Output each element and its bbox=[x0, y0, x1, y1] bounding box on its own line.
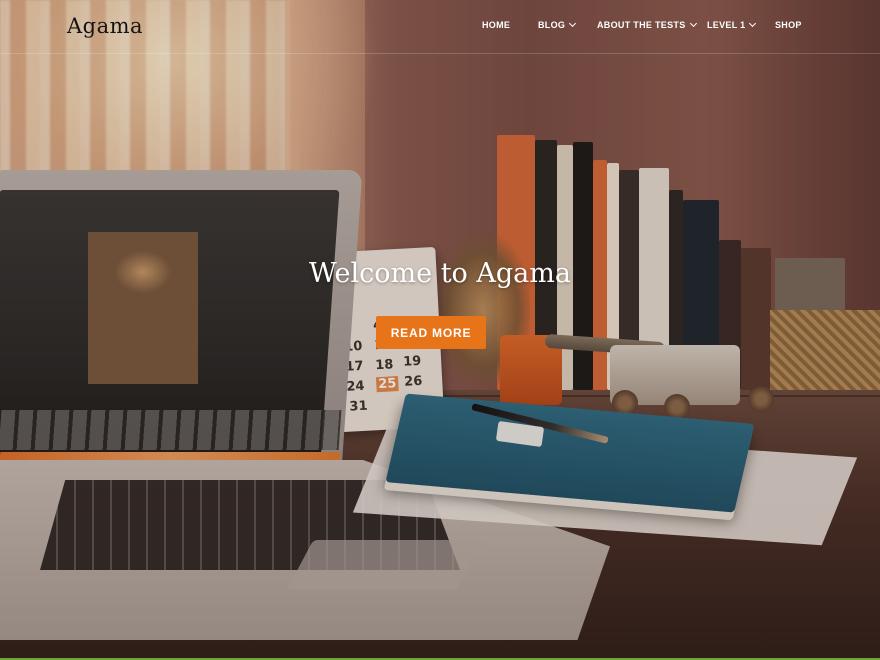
nav-item-about-the-tests[interactable]: ABOUT THE TESTS bbox=[597, 19, 697, 30]
nav-item-label: SHOP bbox=[775, 20, 802, 30]
site-header: Agama HOME BLOG ABOUT THE TESTS LEVEL 1 … bbox=[0, 0, 880, 54]
read-more-button[interactable]: READ MORE bbox=[376, 316, 486, 349]
nav-item-level-1[interactable]: LEVEL 1 bbox=[707, 19, 757, 30]
nav-item-label: LEVEL 1 bbox=[707, 20, 746, 30]
nav-item-home[interactable]: HOME bbox=[482, 20, 510, 30]
chevron-down-icon bbox=[689, 19, 697, 28]
chevron-down-icon bbox=[569, 19, 577, 28]
nav-item-label: BLOG bbox=[538, 20, 566, 30]
hero-title: Welcome to Agama bbox=[309, 258, 571, 289]
hero-section: 3 4 10 11 17 18 19 24 25 26 31 Agama HOM… bbox=[0, 0, 880, 660]
nav-item-label: HOME bbox=[482, 20, 511, 30]
nav-item-label: ABOUT THE TESTS bbox=[597, 20, 686, 30]
chevron-down-icon bbox=[749, 19, 757, 28]
nav-item-shop[interactable]: SHOP bbox=[775, 20, 802, 30]
main-navigation: HOME BLOG ABOUT THE TESTS LEVEL 1 SHOP bbox=[0, 19, 880, 34]
nav-item-blog[interactable]: BLOG bbox=[538, 19, 577, 30]
